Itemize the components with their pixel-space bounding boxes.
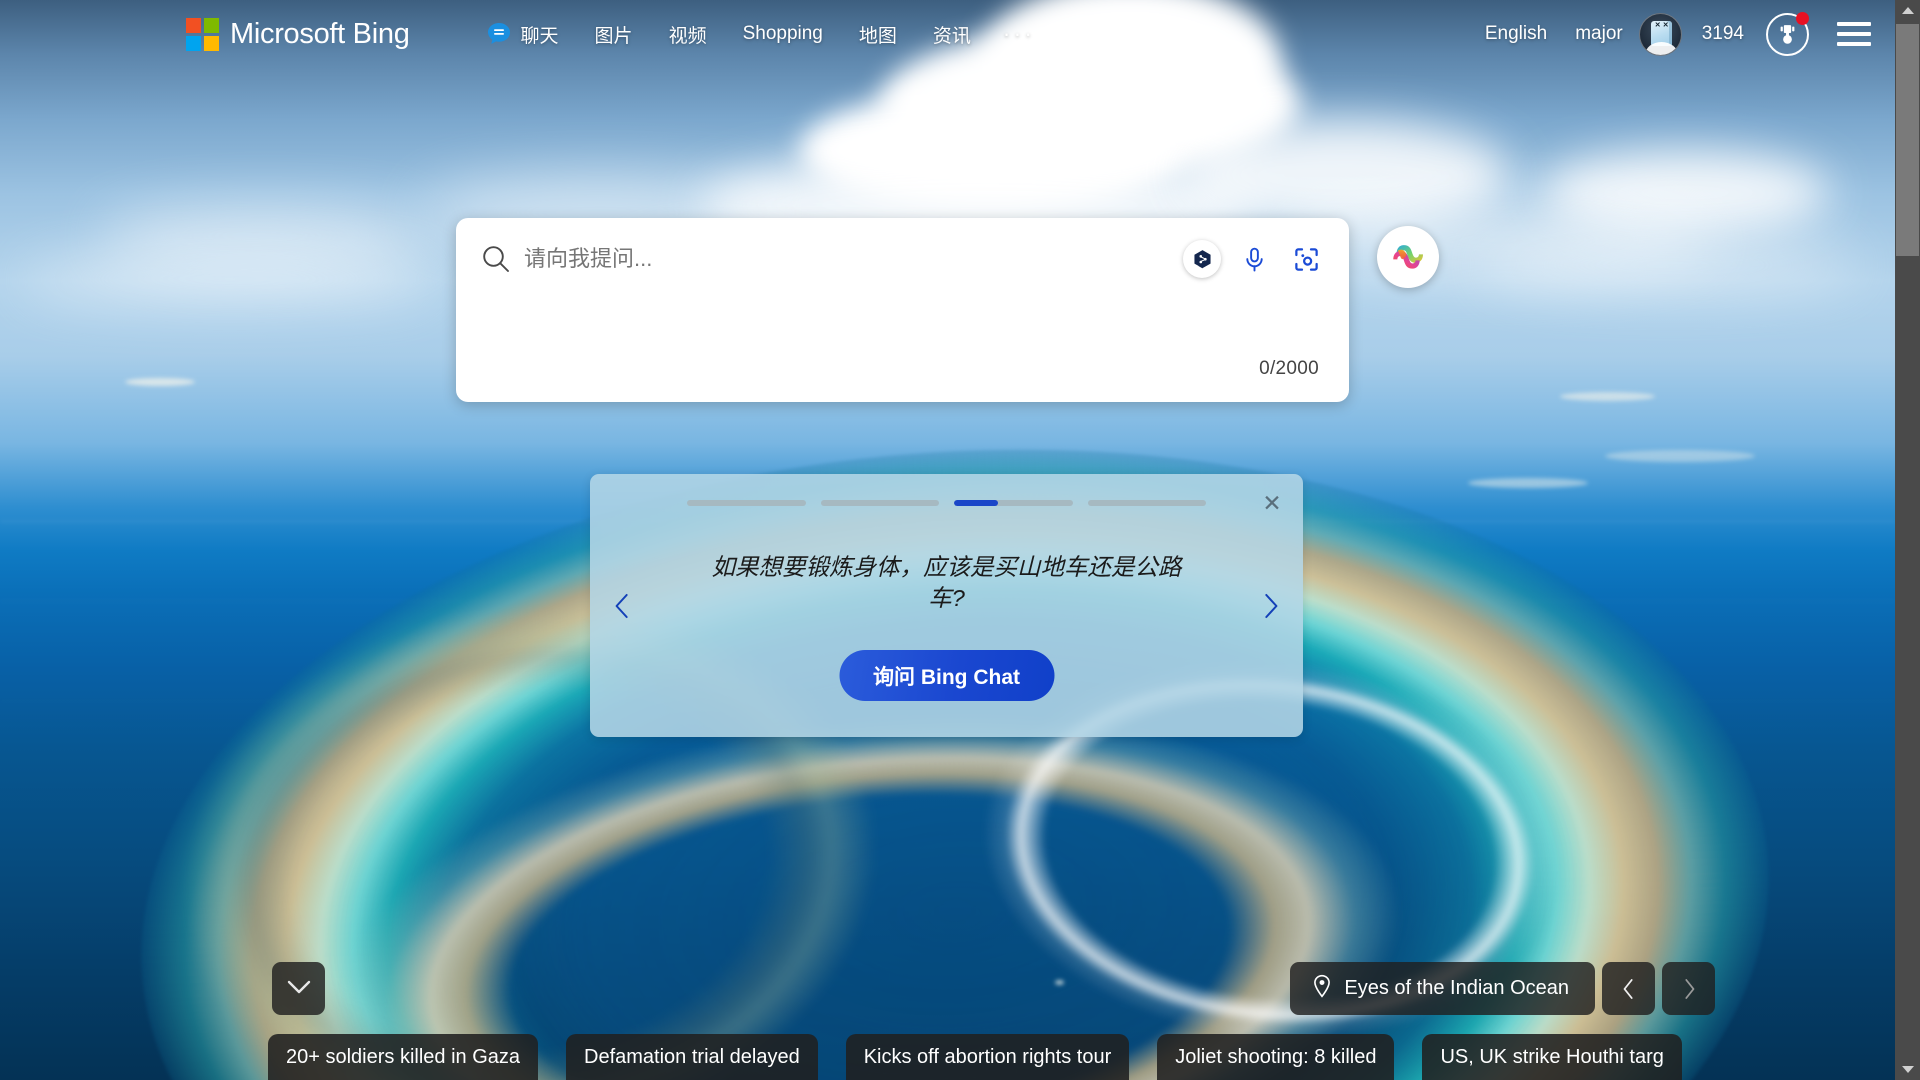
hamburger-menu-icon[interactable]: [1837, 22, 1871, 46]
copilot-icon[interactable]: [1377, 226, 1439, 288]
news-headline: US, UK strike Houthi targ: [1440, 1045, 1664, 1068]
news-card[interactable]: 20+ soldiers killed in Gaza: [268, 1034, 539, 1080]
rewards-points[interactable]: 3194: [1688, 17, 1758, 51]
brand-title: Microsoft Bing: [230, 17, 410, 50]
news-headline: Kicks off abortion rights tour: [863, 1045, 1112, 1068]
search-action-buttons: [1173, 240, 1325, 278]
search-icon: [480, 243, 512, 275]
nav-label: 地图: [858, 25, 897, 47]
rewards-medal-icon[interactable]: [1766, 11, 1809, 56]
progress-fill: [954, 500, 998, 506]
carousel-next-icon[interactable]: [1249, 580, 1291, 632]
scroll-down-arrow[interactable]: [1895, 1059, 1920, 1080]
bing-logo[interactable]: Microsoft Bing: [186, 17, 410, 51]
ask-bing-chat-button[interactable]: 询问 Bing Chat: [839, 650, 1054, 701]
header-right-cluster: English major ✕ ✕ 3194: [1471, 11, 1895, 56]
microsoft-logo-icon: [186, 17, 219, 51]
logo-square-red: [186, 17, 201, 33]
carousel-progress-bar[interactable]: [820, 500, 939, 506]
nav-item-chat[interactable]: 聊天: [468, 15, 577, 54]
carousel-prev-icon[interactable]: [602, 580, 644, 632]
scrollbar-thumb[interactable]: [1896, 24, 1919, 256]
carousel-progress-bar[interactable]: [954, 500, 1073, 506]
image-prev-button[interactable]: [1602, 962, 1655, 1015]
scroll-up-arrow[interactable]: [1895, 0, 1920, 21]
carousel-question: 如果想要锻炼身体，应该是买山地车还是公路车?: [711, 554, 1182, 612]
nav-label: 视频: [668, 25, 707, 47]
image-next-button[interactable]: [1662, 962, 1715, 1015]
microphone-icon[interactable]: [1235, 240, 1273, 278]
rewards-points-label: 3194: [1701, 23, 1744, 44]
language-selector[interactable]: English: [1471, 17, 1561, 51]
main-nav: 聊天 图片 视频 Shopping 地图 资讯 ···: [468, 15, 1050, 54]
news-strip: 20+ soldiers killed in Gaza Defamation t…: [268, 1034, 1895, 1080]
chat-bubble-icon: [486, 21, 512, 47]
small-islet: [1605, 450, 1755, 462]
logo-square-green: [204, 17, 219, 33]
news-card[interactable]: Kicks off abortion rights tour: [845, 1034, 1130, 1080]
nav-item-shopping[interactable]: Shopping: [725, 17, 841, 51]
carousel-progress-bar[interactable]: [687, 500, 806, 506]
carousel-progress-bar[interactable]: [1087, 500, 1206, 506]
nav-item-images[interactable]: 图片: [577, 15, 651, 54]
avatar[interactable]: ✕ ✕: [1638, 12, 1682, 56]
news-headline: Joliet shooting: 8 killed: [1175, 1045, 1377, 1068]
scroll-down-button[interactable]: [272, 962, 325, 1015]
logo-square-yellow: [204, 35, 219, 51]
nav-item-videos[interactable]: 视频: [651, 15, 725, 54]
news-card[interactable]: Defamation trial delayed: [566, 1034, 818, 1080]
news-card[interactable]: Joliet shooting: 8 killed: [1157, 1034, 1395, 1080]
nav-item-maps[interactable]: 地图: [841, 15, 915, 54]
location-pin-icon: [1312, 974, 1332, 1004]
account-label: major: [1575, 23, 1623, 44]
nav-label: Shopping: [742, 23, 823, 44]
more-dots-icon: ···: [1002, 21, 1036, 46]
medal-glyph: [1780, 24, 1795, 44]
character-counter: 0/2000: [1259, 358, 1319, 379]
page-scrollbar[interactable]: [1895, 0, 1920, 1080]
hamburger-line: [1837, 32, 1871, 36]
image-title-label: Eyes of the Indian Ocean: [1344, 977, 1569, 999]
nav-item-news[interactable]: 资讯: [915, 15, 989, 54]
rewards-notification-badge: [1796, 11, 1809, 25]
hamburger-line: [1837, 42, 1871, 46]
suggestion-carousel-card: ✕ 如果想要锻炼身体，应该是买山地车还是公路车? 询问 Bing Chat: [590, 474, 1303, 737]
visual-search-camera-icon[interactable]: [1287, 240, 1325, 278]
nav-label: 资讯: [932, 25, 971, 47]
background-image-bar: Eyes of the Indian Ocean: [1290, 962, 1715, 1015]
carousel-progress-row: [687, 500, 1206, 506]
top-header: Microsoft Bing 聊天 图片 视频 Shopping 地图 资讯 ·…: [0, 0, 1895, 68]
avatar-eye-right: ✕: [1662, 21, 1669, 29]
search-shell: 0/2000: [456, 218, 1439, 402]
news-headline: Defamation trial delayed: [584, 1045, 800, 1068]
language-label: English: [1484, 23, 1548, 44]
nav-label: 图片: [594, 25, 633, 47]
small-islet: [1055, 980, 1064, 985]
nav-label: 聊天: [520, 25, 559, 47]
search-area: 0/2000: [0, 218, 1895, 402]
search-input[interactable]: [524, 242, 1173, 276]
news-card[interactable]: US, UK strike Houthi targ: [1422, 1034, 1682, 1080]
bing-chat-icon[interactable]: [1183, 240, 1221, 278]
search-row: [456, 218, 1349, 278]
search-box: 0/2000: [456, 218, 1349, 402]
close-icon[interactable]: ✕: [1257, 488, 1287, 518]
logo-square-blue: [186, 35, 201, 51]
avatar-base: [1644, 41, 1678, 55]
hamburger-line: [1837, 22, 1871, 26]
small-islet: [1468, 478, 1588, 488]
account-name[interactable]: major: [1561, 17, 1637, 51]
avatar-eye-left: ✕: [1654, 21, 1661, 29]
image-title-button[interactable]: Eyes of the Indian Ocean: [1290, 962, 1595, 1015]
chevron-down-icon: [286, 979, 312, 998]
nav-more-button[interactable]: ···: [989, 15, 1049, 53]
news-headline: 20+ soldiers killed in Gaza: [286, 1045, 521, 1068]
